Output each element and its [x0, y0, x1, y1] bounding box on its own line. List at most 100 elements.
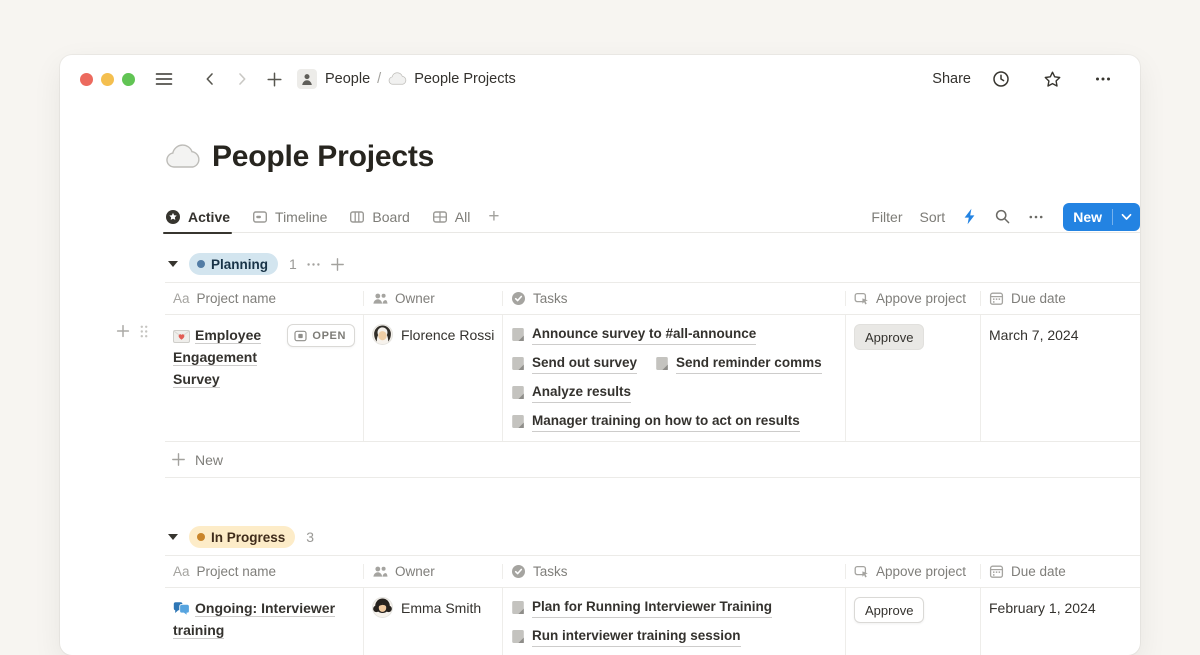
- new-page-icon[interactable]: [263, 68, 285, 90]
- more-options-icon[interactable]: [1092, 68, 1114, 90]
- status-badge[interactable]: Planning: [189, 253, 278, 275]
- project-name-cell[interactable]: Ongoing: Interviewer training: [165, 588, 363, 655]
- window-topbar: People / People Projects Share: [60, 55, 1140, 103]
- column-header-due-date[interactable]: Due date: [980, 564, 1140, 579]
- page-icon: [511, 600, 525, 615]
- project-name-cell[interactable]: OPEN Employee Engagement Survey: [165, 315, 363, 441]
- task-link[interactable]: Analyze results: [511, 382, 631, 403]
- task-link[interactable]: Run interviewer training session: [511, 626, 741, 647]
- tab-label: Timeline: [275, 209, 327, 225]
- status-badge[interactable]: In Progress: [189, 526, 295, 548]
- sort-button[interactable]: Sort: [920, 209, 946, 225]
- add-new-row[interactable]: New: [165, 442, 1140, 478]
- owner-cell[interactable]: Florence Rossi: [363, 315, 502, 441]
- new-record-button[interactable]: New: [1063, 203, 1140, 231]
- open-peek-button[interactable]: OPEN: [287, 324, 355, 347]
- column-header-tasks[interactable]: Tasks: [502, 291, 845, 306]
- group-header-in-progress: In Progress 3: [165, 525, 1140, 549]
- group-more-icon[interactable]: [306, 257, 321, 272]
- group-name: In Progress: [211, 530, 285, 545]
- column-header-owner[interactable]: Owner: [363, 564, 502, 579]
- group-name: Planning: [211, 257, 268, 272]
- column-header-tasks[interactable]: Tasks: [502, 564, 845, 579]
- due-date-value: March 7, 2024: [989, 327, 1079, 343]
- table-header-row: Aa Project name Owner Tasks: [165, 555, 1140, 588]
- task-link[interactable]: Announce survey to #all-announce: [511, 324, 756, 345]
- column-header-project-name[interactable]: Aa Project name: [165, 564, 363, 579]
- tasks-cell[interactable]: Announce survey to #all-announce Send ou…: [502, 315, 845, 441]
- clock-icon[interactable]: [990, 68, 1012, 90]
- due-date-cell[interactable]: March 7, 2024: [980, 315, 1140, 441]
- breadcrumb-current[interactable]: People Projects: [414, 71, 516, 87]
- task-link[interactable]: Manager training on how to act on result…: [511, 411, 800, 432]
- people-icon: [372, 564, 388, 579]
- status-dot: [197, 260, 205, 268]
- zoom-window-button[interactable]: [122, 73, 135, 86]
- new-row-label: New: [195, 452, 223, 468]
- breadcrumb-root[interactable]: People: [325, 71, 370, 87]
- task-link[interactable]: Send out survey: [511, 353, 637, 374]
- collapse-toggle-icon[interactable]: [168, 534, 178, 540]
- task-link[interactable]: Plan for Running Interviewer Training: [511, 597, 772, 618]
- view-more-icon[interactable]: [1028, 209, 1044, 225]
- tasks-cell[interactable]: Plan for Running Interviewer Training Ru…: [502, 588, 845, 655]
- due-date-value: February 1, 2024: [989, 600, 1096, 616]
- approve-button[interactable]: Approve: [854, 324, 924, 350]
- share-button[interactable]: Share: [932, 71, 971, 87]
- group-add-icon[interactable]: [330, 257, 345, 272]
- drag-handle-icon[interactable]: [139, 324, 149, 339]
- column-label: Owner: [395, 291, 435, 306]
- approve-cell: Approve: [845, 315, 980, 441]
- love-letter-icon: [173, 330, 190, 343]
- table-row[interactable]: OPEN Employee Engagement Survey Florence…: [165, 315, 1140, 442]
- tab-board[interactable]: Board: [349, 201, 409, 233]
- row-hover-controls: [115, 323, 149, 339]
- task-link[interactable]: Send reminder comms: [655, 353, 822, 374]
- filter-button[interactable]: Filter: [871, 209, 902, 225]
- chevron-down-icon[interactable]: [1113, 213, 1140, 221]
- column-header-approve-project[interactable]: Appove project: [845, 564, 980, 579]
- topbar-actions: Share: [932, 68, 1114, 90]
- page-icon: [511, 385, 525, 400]
- back-icon[interactable]: [199, 68, 221, 90]
- add-view-button[interactable]: +: [488, 206, 499, 228]
- target-star-icon: [165, 209, 181, 225]
- table-in-progress: Aa Project name Owner Tasks: [165, 555, 1140, 655]
- calendar-icon: [989, 564, 1004, 579]
- people-icon: [372, 291, 388, 306]
- table-icon: [432, 209, 448, 225]
- page-title[interactable]: People Projects: [212, 140, 434, 174]
- forward-icon[interactable]: [231, 68, 253, 90]
- people-page-icon[interactable]: [297, 69, 317, 89]
- timeline-icon: [252, 209, 268, 225]
- text-property-icon: Aa: [173, 564, 190, 579]
- automation-lightning-icon[interactable]: [962, 208, 977, 225]
- collapse-toggle-icon[interactable]: [168, 261, 178, 267]
- favorite-star-icon[interactable]: [1041, 68, 1063, 90]
- column-header-approve-project[interactable]: Appove project: [845, 291, 980, 306]
- page-icon: [511, 414, 525, 429]
- tab-all[interactable]: All: [432, 201, 471, 233]
- page-icon: [511, 327, 525, 342]
- project-name-link[interactable]: Ongoing: Interviewer training: [173, 600, 335, 639]
- column-header-due-date[interactable]: Due date: [980, 291, 1140, 306]
- plus-icon: [171, 452, 186, 467]
- table-row[interactable]: Ongoing: Interviewer training Emma Smith: [165, 588, 1140, 655]
- minimize-window-button[interactable]: [101, 73, 114, 86]
- column-header-project-name[interactable]: Aa Project name: [165, 291, 363, 306]
- approve-button[interactable]: Approve: [854, 597, 924, 623]
- add-row-icon[interactable]: [115, 323, 131, 339]
- close-window-button[interactable]: [80, 73, 93, 86]
- board-icon: [349, 209, 365, 225]
- due-date-cell[interactable]: February 1, 2024: [980, 588, 1140, 655]
- cloud-icon: [165, 144, 201, 170]
- app-window: People / People Projects Share People Pr…: [60, 55, 1140, 655]
- tab-timeline[interactable]: Timeline: [252, 201, 327, 233]
- page-icon: [511, 629, 525, 644]
- sidebar-menu-icon[interactable]: [153, 68, 175, 90]
- owner-cell[interactable]: Emma Smith: [363, 588, 502, 655]
- search-icon[interactable]: [994, 208, 1011, 225]
- tab-active[interactable]: Active: [165, 201, 230, 233]
- text-property-icon: Aa: [173, 291, 190, 306]
- column-header-owner[interactable]: Owner: [363, 291, 502, 306]
